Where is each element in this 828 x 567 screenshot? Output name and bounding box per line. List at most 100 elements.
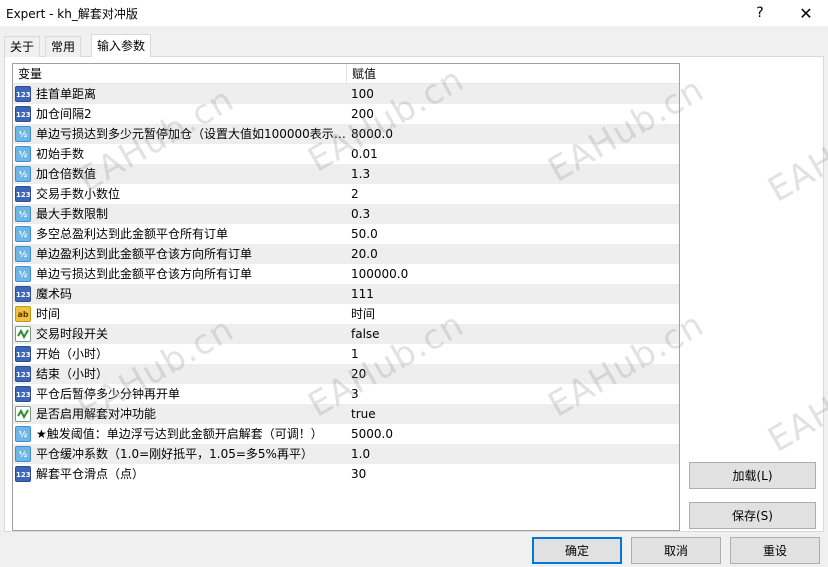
double-type-icon: ½ (15, 146, 31, 162)
double-type-icon: ½ (15, 226, 31, 242)
integer-type-icon: 123 (15, 186, 31, 202)
param-value[interactable]: 3 (346, 384, 679, 404)
integer-type-icon: 123 (15, 466, 31, 482)
table-row[interactable]: ½ 多空总盈利达到此金额平仓所有订单 50.0 (13, 224, 679, 244)
param-name-cell: 123 结束（小时） (13, 364, 346, 384)
param-name-cell: ab 时间 (13, 304, 346, 324)
table-row[interactable]: 123 结束（小时） 20 (13, 364, 679, 384)
param-value[interactable]: 30 (346, 464, 679, 484)
table-row[interactable]: ½ 最大手数限制 0.3 (13, 204, 679, 224)
ok-button[interactable]: 确定 (532, 537, 622, 564)
tab-common[interactable]: 常用 (45, 36, 82, 57)
double-type-icon: ½ (15, 246, 31, 262)
param-name: 初始手数 (36, 147, 85, 161)
table-row[interactable]: ab 时间 时间 (13, 304, 679, 324)
param-value[interactable]: 20 (346, 364, 679, 384)
param-name: 结束（小时） (36, 367, 109, 381)
table-row[interactable]: ½ 初始手数 0.01 (13, 144, 679, 164)
table-row[interactable]: 123 解套平仓滑点（点） 30 (13, 464, 679, 484)
param-value[interactable]: 50.0 (346, 224, 679, 244)
header-value[interactable]: 赋值 (346, 64, 679, 83)
param-name: 时间 (36, 307, 61, 321)
param-name-cell: ½ 多空总盈利达到此金额平仓所有订单 (13, 224, 346, 244)
param-name: ★触发阈值：单边浮亏达到此金额开启解套（可调！） (36, 427, 323, 441)
param-name: 是否启用解套对冲功能 (36, 407, 157, 421)
table-row[interactable]: ½ 加仓倍数值 1.3 (13, 164, 679, 184)
param-name: 魔术码 (36, 287, 73, 301)
param-name: 解套平仓滑点（点） (36, 467, 145, 481)
param-value[interactable]: false (346, 324, 679, 344)
table-row[interactable]: 123 挂首单距离 100 (13, 84, 679, 104)
table-row[interactable]: ½ 单边亏损达到此金额平仓该方向所有订单 100000.0 (13, 264, 679, 284)
param-name: 单边亏损达到多少元暂停加仓（设置大值如100000表示?.. (36, 127, 346, 141)
param-name: 挂首单距离 (36, 87, 97, 101)
table-row[interactable]: 123 魔术码 111 (13, 284, 679, 304)
param-value[interactable]: 时间 (346, 304, 679, 324)
param-value[interactable]: 1 (346, 344, 679, 364)
grid-header: 变量 赋值 (13, 64, 679, 84)
param-name: 加仓倍数值 (36, 167, 97, 181)
close-button[interactable]: ✕ (786, 0, 826, 26)
param-name: 最大手数限制 (36, 207, 109, 221)
param-name: 平仓缓冲系数（1.0=刚好抵平，1.05=多5%再平） (36, 447, 313, 461)
param-value[interactable]: 0.3 (346, 204, 679, 224)
integer-type-icon: 123 (15, 286, 31, 302)
table-row[interactable]: ½ 单边盈利达到此金额平仓该方向所有订单 20.0 (13, 244, 679, 264)
table-row[interactable]: 123 开始（小时） 1 (13, 344, 679, 364)
param-value[interactable]: 0.01 (346, 144, 679, 164)
param-name-cell: 123 加仓间隔2 (13, 104, 346, 124)
param-value[interactable]: 200 (346, 104, 679, 124)
integer-type-icon: 123 (15, 386, 31, 402)
double-type-icon: ½ (15, 266, 31, 282)
header-variable[interactable]: 变量 (13, 64, 346, 83)
cancel-button[interactable]: 取消 (631, 537, 721, 564)
param-name-cell: 是否启用解套对冲功能 (13, 404, 346, 424)
param-name-cell: ½ 最大手数限制 (13, 204, 346, 224)
double-type-icon: ½ (15, 166, 31, 182)
param-name-cell: ½ 加仓倍数值 (13, 164, 346, 184)
integer-type-icon: 123 (15, 346, 31, 362)
table-row[interactable]: 交易时段开关 false (13, 324, 679, 344)
bool-type-icon (15, 326, 31, 342)
save-button[interactable]: 保存(S) (689, 502, 816, 529)
param-name: 单边盈利达到此金额平仓该方向所有订单 (36, 247, 253, 261)
inputs-grid: 变量 赋值 123 挂首单距离 100 123 加仓间隔2 200 ½ 单边亏损达到多少元暂停… (12, 63, 680, 531)
help-button[interactable]: ? (740, 0, 780, 26)
param-name-cell: 交易时段开关 (13, 324, 346, 344)
param-value[interactable]: 5000.0 (346, 424, 679, 444)
param-name-cell: ½ 平仓缓冲系数（1.0=刚好抵平，1.05=多5%再平） (13, 444, 346, 464)
param-value[interactable]: 8000.0 (346, 124, 679, 144)
string-type-icon: ab (15, 306, 31, 322)
param-value[interactable]: 111 (346, 284, 679, 304)
table-row[interactable]: 123 交易手数小数位 2 (13, 184, 679, 204)
param-name-cell: 123 魔术码 (13, 284, 346, 304)
param-name-cell: 123 平仓后暂停多少分钟再开单 (13, 384, 346, 404)
param-name-cell: 123 交易手数小数位 (13, 184, 346, 204)
param-value[interactable]: 2 (346, 184, 679, 204)
param-value[interactable]: true (346, 404, 679, 424)
param-value[interactable]: 100000.0 (346, 264, 679, 284)
tab-about[interactable]: 关于 (4, 36, 41, 57)
param-value[interactable]: 1.0 (346, 444, 679, 464)
double-type-icon: ½ (15, 426, 31, 442)
table-row[interactable]: ½ 平仓缓冲系数（1.0=刚好抵平，1.05=多5%再平） 1.0 (13, 444, 679, 464)
table-row[interactable]: ½ ★触发阈值：单边浮亏达到此金额开启解套（可调！） 5000.0 (13, 424, 679, 444)
load-button[interactable]: 加载(L) (689, 462, 816, 489)
tab-strip: 关于 常用 输入参数 (4, 34, 824, 58)
reset-button[interactable]: 重设 (730, 537, 820, 564)
param-name: 交易手数小数位 (36, 187, 121, 201)
param-value[interactable]: 1.3 (346, 164, 679, 184)
param-name: 加仓间隔2 (36, 107, 92, 121)
table-row[interactable]: 是否启用解套对冲功能 true (13, 404, 679, 424)
integer-type-icon: 123 (15, 86, 31, 102)
double-type-icon: ½ (15, 206, 31, 222)
param-name-cell: ½ 单边亏损达到多少元暂停加仓（设置大值如100000表示?.. (13, 124, 346, 144)
integer-type-icon: 123 (15, 106, 31, 122)
param-value[interactable]: 20.0 (346, 244, 679, 264)
param-value[interactable]: 100 (346, 84, 679, 104)
tab-inputs[interactable]: 输入参数 (91, 34, 152, 58)
table-row[interactable]: ½ 单边亏损达到多少元暂停加仓（设置大值如100000表示?.. 8000.0 (13, 124, 679, 144)
table-row[interactable]: 123 平仓后暂停多少分钟再开单 3 (13, 384, 679, 404)
table-row[interactable]: 123 加仓间隔2 200 (13, 104, 679, 124)
double-type-icon: ½ (15, 126, 31, 142)
